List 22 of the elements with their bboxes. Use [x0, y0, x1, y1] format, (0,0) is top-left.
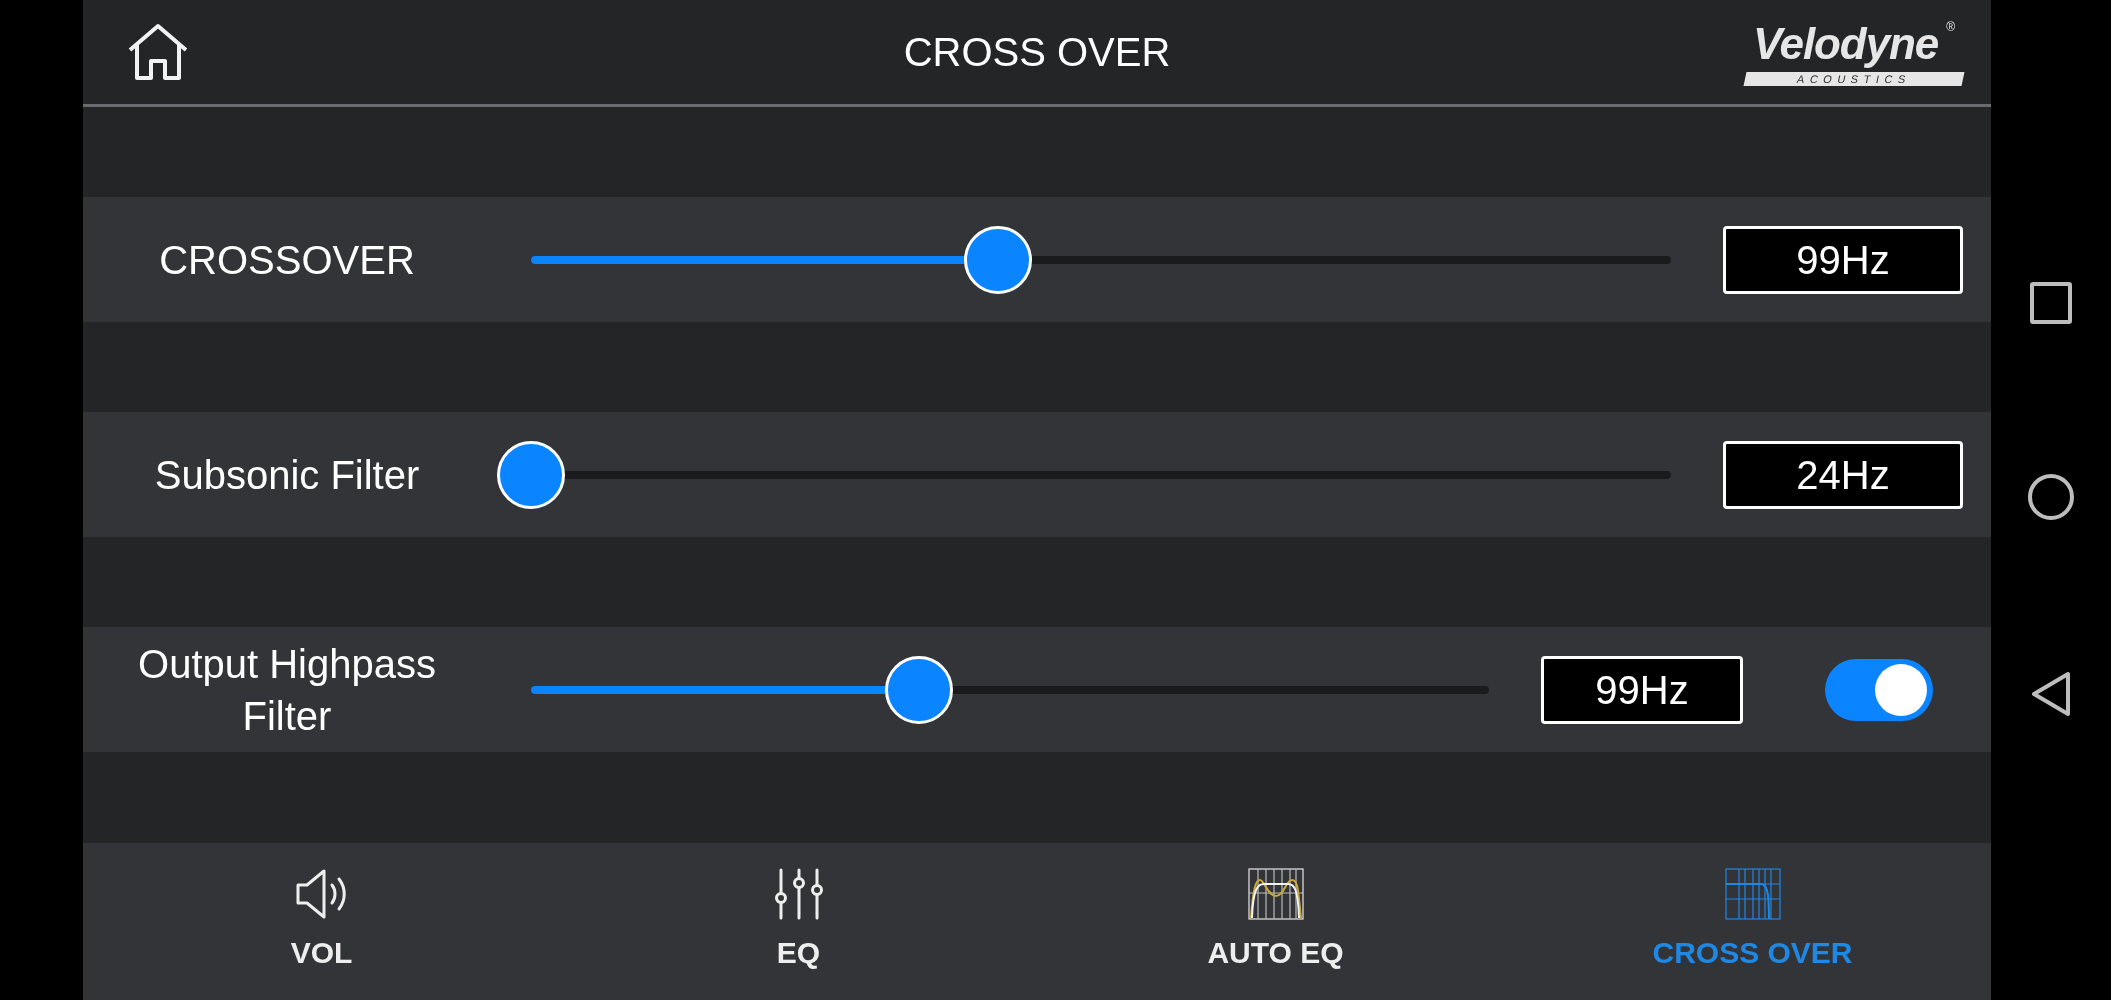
nav-tab[interactable]: AUTO EQ [1037, 843, 1514, 1000]
nav-tab[interactable]: EQ [560, 843, 1037, 1000]
page-title: CROSS OVER [903, 29, 1171, 76]
speaker-icon [294, 868, 349, 920]
value-display: 99Hz [1723, 225, 1963, 294]
home-icon [127, 23, 189, 81]
home-nav-button[interactable] [2028, 474, 2074, 520]
setting-label: Output Highpass Filter [137, 640, 437, 740]
back-button[interactable] [2029, 670, 2073, 718]
registered-mark: ® [1946, 19, 1955, 36]
crossover-graph-icon [1724, 868, 1781, 920]
back-icon [2031, 671, 2071, 717]
logo-wordmark: Velodyne [1753, 18, 1940, 70]
setting-label: Subsonic Filter [153, 451, 421, 499]
logo-tagline: ACOUSTICS [1743, 72, 1965, 86]
value-display: 99Hz [1541, 655, 1743, 724]
sliders-icon [772, 868, 825, 920]
response-graph-icon [1247, 868, 1304, 920]
nav-tab[interactable]: VOL [83, 843, 560, 1000]
recents-button[interactable] [2030, 282, 2072, 324]
value-display: 24Hz [1723, 440, 1963, 509]
setting-label: CROSSOVER [158, 236, 416, 284]
